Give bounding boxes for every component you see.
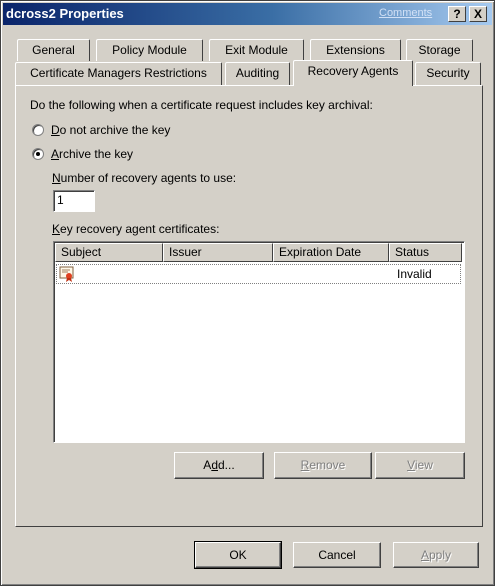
properties-window: dcross2 Properties Comments ? X General … [0, 0, 495, 586]
tab-general[interactable]: General [17, 39, 90, 61]
cell-status: Invalid [397, 267, 432, 281]
agents-count-label: Number of recovery agents to use: [52, 171, 237, 185]
do-not-archive-label[interactable]: Do not archive the key [51, 123, 170, 137]
help-button[interactable]: ? [448, 6, 466, 22]
close-icon: X [473, 7, 482, 21]
add-button[interactable]: Add... [174, 452, 264, 479]
view-button[interactable]: View [375, 452, 465, 479]
column-header-expiration-date[interactable]: Expiration Date [273, 243, 389, 262]
apply-button[interactable]: Apply [393, 542, 479, 568]
certificate-icon [59, 266, 75, 285]
column-header-subject[interactable]: Subject [55, 243, 163, 262]
column-header-issuer[interactable]: Issuer [163, 243, 273, 262]
tab-exit-module[interactable]: Exit Module [209, 39, 304, 61]
cancel-button[interactable]: Cancel [293, 542, 381, 568]
tab-recovery-agents[interactable]: Recovery Agents [293, 60, 413, 86]
agents-count-input[interactable]: 1 [53, 190, 95, 212]
tab-policy-module[interactable]: Policy Module [96, 39, 203, 61]
radio-selected-dot [36, 152, 40, 156]
tab-certificate-managers-restrictions[interactable]: Certificate Managers Restrictions [15, 62, 222, 85]
ok-button[interactable]: OK [194, 541, 282, 569]
table-row[interactable]: Invalid [56, 264, 461, 284]
tab-storage[interactable]: Storage [406, 39, 473, 61]
comments-link[interactable]: Comments [379, 7, 432, 19]
tab-extensions[interactable]: Extensions [310, 39, 401, 61]
remove-button[interactable]: Remove [274, 452, 372, 479]
title-bar[interactable]: dcross2 Properties Comments ? X [3, 3, 492, 25]
tab-auditing[interactable]: Auditing [225, 62, 290, 85]
do-not-archive-radio[interactable] [32, 124, 44, 136]
column-header-status[interactable]: Status [389, 243, 462, 262]
certificates-list[interactable]: Subject Issuer Expiration Date Status In… [53, 241, 465, 443]
close-button[interactable]: X [469, 6, 487, 22]
tab-security[interactable]: Security [415, 62, 481, 85]
window-title: dcross2 Properties [6, 6, 124, 21]
archival-instruction: Do the following when a certificate requ… [30, 98, 373, 112]
recovery-agents-panel: Do the following when a certificate requ… [15, 85, 483, 527]
archive-key-radio[interactable] [32, 148, 44, 160]
archive-key-label[interactable]: Archive the key [51, 147, 133, 161]
certificates-label: Key recovery agent certificates: [52, 222, 220, 236]
